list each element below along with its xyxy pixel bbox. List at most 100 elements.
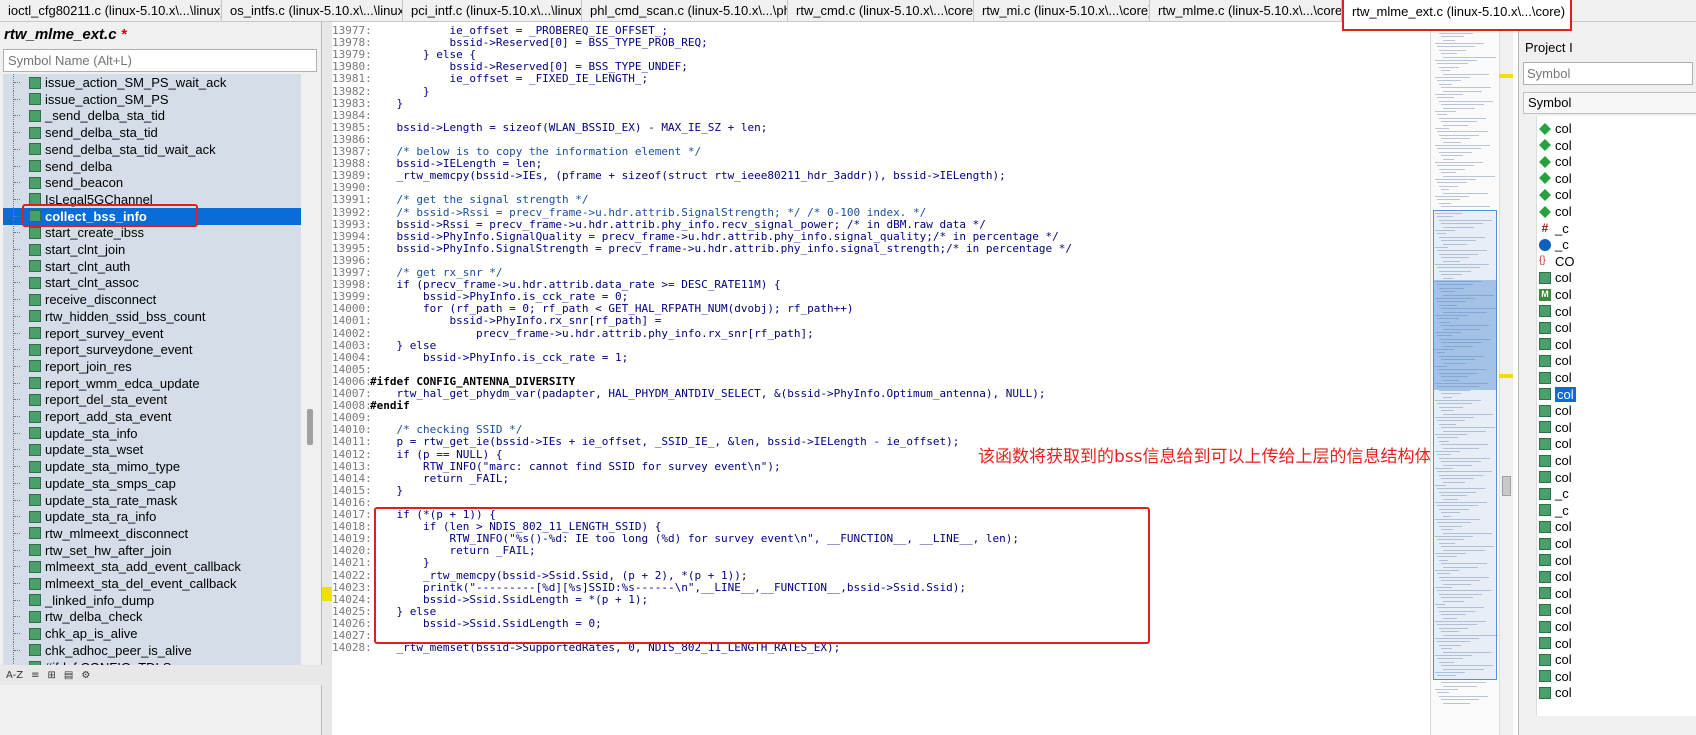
code-line[interactable]: 13994: bssid->PhyInfo.SignalQuality = pr…	[332, 230, 1430, 243]
symbol-item[interactable]: report_survey_event	[3, 324, 301, 342]
project-symbol-item[interactable]: col	[1539, 153, 1696, 170]
symbol-item[interactable]: rtw_delba_check	[3, 608, 301, 626]
symbol-item[interactable]: send_beacon	[3, 174, 301, 192]
project-symbol-item[interactable]: col	[1539, 518, 1696, 535]
tab[interactable]: pci_intf.c (linux-5.10.x\...\linux)	[403, 0, 582, 22]
symbol-item[interactable]: report_surveydone_event	[3, 341, 301, 359]
code-line[interactable]: 13995: bssid->PhyInfo.SignalStrength = p…	[332, 242, 1430, 255]
project-symbol-item[interactable]: col	[1539, 352, 1696, 369]
symbol-item[interactable]: update_sta_rate_mask	[3, 491, 301, 509]
project-symbol-item[interactable]: col	[1539, 601, 1696, 618]
project-symbol-item[interactable]: col	[1539, 435, 1696, 452]
symbol-item[interactable]: start_clnt_auth	[3, 257, 301, 275]
symbol-item[interactable]: report_add_sta_event	[3, 408, 301, 425]
code-line[interactable]: 13999: bssid->PhyInfo.is_cck_rate = 0;	[332, 291, 1430, 304]
project-symbol-item-selected[interactable]: col	[1539, 386, 1696, 403]
code-editor[interactable]: 13977: ie_offset = _PROBEREQ_IE_OFFSET_;…	[332, 22, 1430, 735]
code-line[interactable]: 14021: }	[332, 557, 1430, 570]
project-symbol-item[interactable]: Mcol	[1539, 286, 1696, 303]
symbol-item[interactable]: rtw_hidden_ssid_bss_count	[3, 307, 301, 325]
symbol-item[interactable]: chk_ap_is_alive	[3, 625, 301, 643]
project-symbol-item[interactable]: col	[1539, 552, 1696, 569]
code-line[interactable]: 14000: for (rf_path = 0; rf_path < GET_H…	[332, 303, 1430, 316]
code-line[interactable]: 14028: _rtw_memset(bssid->SupportedRates…	[332, 642, 1430, 655]
project-symbol-item[interactable]: col	[1539, 651, 1696, 668]
symbol-item[interactable]: mlmeext_sta_del_event_callback	[3, 575, 301, 592]
code-line[interactable]: 14022: _rtw_memcpy(bssid->Ssid.Ssid, (p …	[332, 569, 1430, 582]
code-line[interactable]: 14008:#endif	[332, 400, 1430, 412]
book-icon[interactable]: ▤	[64, 670, 73, 681]
symbol-item[interactable]: update_sta_wset	[3, 441, 301, 459]
tab[interactable]: ioctl_cfg80211.c (linux-5.10.x\...\linux…	[0, 0, 222, 22]
project-symbol-item[interactable]: col	[1539, 635, 1696, 652]
project-list-scrollbar[interactable]	[1523, 116, 1537, 716]
project-symbol-item[interactable]: col	[1539, 170, 1696, 187]
code-line[interactable]: 13980: bssid->Reserved[0] = BSS_TYPE_UND…	[332, 61, 1430, 74]
tab[interactable]: os_intfs.c (linux-5.10.x\...\linux)	[222, 0, 403, 22]
code-line[interactable]: 14006:#ifdef CONFIG_ANTENNA_DIVERSITY	[332, 375, 1430, 388]
symbol-search-input[interactable]	[3, 49, 317, 72]
project-symbol-item[interactable]: _c	[1539, 485, 1696, 502]
code-line[interactable]: 14002: precv_frame->u.hdr.attrib.phy_inf…	[332, 327, 1430, 340]
symbol-item[interactable]: report_wmm_edca_update	[3, 374, 301, 392]
symbol-item[interactable]: report_del_sta_event	[3, 391, 301, 409]
code-line[interactable]: 13997: /* get rx_snr */	[332, 267, 1430, 279]
project-symbol-item[interactable]: col	[1539, 137, 1696, 154]
project-symbol-item[interactable]: col	[1539, 303, 1696, 320]
project-symbol-item[interactable]: col	[1539, 668, 1696, 685]
code-line[interactable]: 14017: if (*(p + 1)) {	[332, 509, 1430, 521]
symbol-item[interactable]: receive_disconnect	[3, 291, 301, 309]
code-line[interactable]: 14026: bssid->Ssid.SsidLength = 0;	[332, 617, 1430, 630]
tab-active[interactable]: rtw_mlme_ext.c (linux-5.10.x\...\core) *…	[1342, 0, 1572, 31]
project-symbol-item[interactable]: col	[1539, 269, 1696, 286]
code-line[interactable]: 13982: }	[332, 85, 1430, 98]
symbol-item[interactable]: update_sta_smps_cap	[3, 474, 301, 492]
project-symbol-item[interactable]: col	[1539, 336, 1696, 353]
symbol-item[interactable]: rtw_mlmeext_disconnect	[3, 524, 301, 542]
sort-alpha-icon[interactable]: A-Z	[6, 670, 23, 681]
project-symbol-item[interactable]: _c	[1539, 236, 1696, 253]
project-symbol-item[interactable]: col	[1539, 535, 1696, 552]
symbol-item[interactable]: start_clnt_assoc	[3, 274, 301, 292]
code-line[interactable]: 14027:	[332, 630, 1430, 642]
code-line[interactable]: 14015: }	[332, 484, 1430, 497]
code-line[interactable]: 14007: rtw_hal_get_phydm_var(padapter, H…	[332, 388, 1430, 400]
project-symbol-search-input[interactable]: Symbol	[1523, 62, 1693, 85]
symbol-item[interactable]: update_sta_ra_info	[3, 508, 301, 526]
code-line[interactable]: 14001: bssid->PhyInfo.rx_snr[rf_path] =	[332, 315, 1430, 328]
project-symbol-item[interactable]: col	[1539, 618, 1696, 635]
project-symbol-item[interactable]: col	[1539, 469, 1696, 486]
settings-icon[interactable]: ⚙	[81, 670, 90, 681]
code-line[interactable]: 14020: return _FAIL;	[332, 545, 1430, 558]
symbol-item[interactable]: send_delba_sta_tid	[3, 124, 301, 142]
code-line[interactable]: 14025: } else	[332, 605, 1430, 618]
code-line[interactable]: 14014: return _FAIL;	[332, 472, 1430, 485]
project-symbol-item[interactable]: col	[1539, 402, 1696, 419]
project-symbol-item[interactable]: col	[1539, 568, 1696, 585]
project-symbol-item[interactable]: col	[1539, 203, 1696, 220]
symbol-list-scrollbar[interactable]	[304, 74, 318, 682]
symbol-item[interactable]: mlmeext_sta_add_event_callback	[3, 558, 301, 576]
project-symbol-item[interactable]: col	[1539, 585, 1696, 602]
code-line[interactable]: 13985: bssid->Length = sizeof(WLAN_BSSID…	[332, 121, 1430, 134]
code-line[interactable]: 14004: bssid->PhyInfo.is_cck_rate = 1;	[332, 351, 1430, 364]
editor-scrollbar[interactable]	[1499, 22, 1513, 735]
code-line[interactable]: 13984:	[332, 109, 1430, 122]
symbol-item[interactable]: _send_delba_sta_tid	[3, 107, 301, 125]
code-line[interactable]: 13977: ie_offset = _PROBEREQ_IE_OFFSET_;	[332, 25, 1430, 37]
code-line[interactable]: 13983: }	[332, 97, 1430, 110]
project-symbol-item[interactable]: col	[1539, 452, 1696, 469]
project-symbol-item[interactable]: col	[1539, 186, 1696, 203]
project-symbol-item[interactable]: col	[1539, 369, 1696, 386]
symbol-item[interactable]: send_delba_sta_tid_wait_ack	[3, 140, 301, 158]
code-minimap[interactable]	[1430, 22, 1514, 735]
grid-view-icon[interactable]: ⊞	[47, 670, 55, 681]
project-symbol-item[interactable]: col	[1539, 684, 1696, 701]
code-line[interactable]: 13987: /* below is to copy the informati…	[332, 146, 1430, 158]
code-line[interactable]: 14023: printk("---------[%d][%s]SSID:%s-…	[332, 581, 1430, 594]
code-line[interactable]: 13981: ie_offset = _FIXED_IE_LENGTH_;	[332, 73, 1430, 86]
code-line[interactable]: 14010: /* checking SSID */	[332, 424, 1430, 436]
code-line[interactable]: 14003: } else	[332, 339, 1430, 352]
scrollbar-thumb[interactable]	[307, 409, 313, 445]
symbol-column-header[interactable]: Symbol	[1523, 92, 1696, 114]
